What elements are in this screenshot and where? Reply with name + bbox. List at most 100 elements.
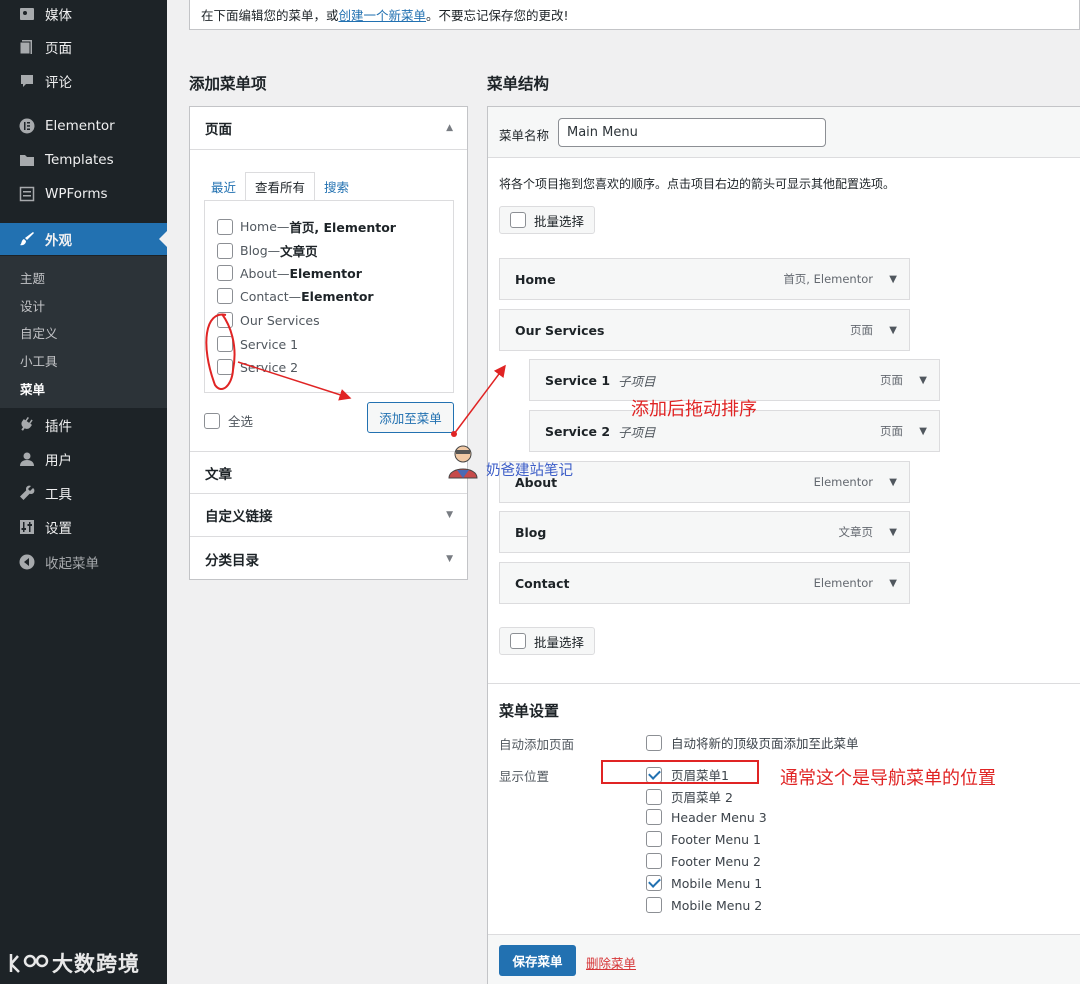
page-checkbox[interactable] [217, 359, 233, 375]
sidebar-collapse[interactable]: 收起菜单 [0, 546, 167, 578]
submenu-themes[interactable]: 主题 [20, 268, 45, 287]
bulk-select-bottom[interactable]: 批量选择 [499, 627, 596, 655]
menu-item-our-services[interactable]: Our Services 页面 ▼ [499, 309, 910, 351]
page-checkbox[interactable] [217, 288, 233, 304]
caret-down-icon: ▼ [446, 553, 453, 564]
custom-links-accordion-header[interactable]: 自定义链接 ▼ [190, 494, 467, 537]
page-checkbox[interactable] [217, 242, 233, 259]
bulk-select-checkbox[interactable] [510, 212, 526, 228]
tab-search[interactable]: 搜索 [315, 173, 358, 200]
page-checkbox[interactable] [217, 218, 233, 235]
annotation-drag-note: 添加后拖动排序 [631, 399, 757, 420]
sidebar-item-appearance[interactable]: 外观 [0, 223, 167, 255]
forms-icon [17, 184, 37, 204]
list-item: Our Services [217, 312, 320, 328]
drag-hint: 将各个项目拖到您喜欢的顺序。点击项目右边的箭头可显示其他配置选项。 [499, 177, 896, 191]
wrench-icon [17, 483, 37, 503]
bulk-select-top[interactable]: 批量选择 [499, 206, 596, 234]
location-option[interactable]: Header Menu 3 [646, 809, 767, 825]
location-option[interactable]: Footer Menu 2 [646, 853, 761, 869]
sidebar-item-pages[interactable]: 页面 [0, 31, 167, 63]
pages-checklist: Home — 首页, Elementor Blog — 文章页 About — … [204, 200, 454, 393]
location-checkbox[interactable] [646, 809, 662, 825]
caret-down-icon[interactable]: ▼ [889, 527, 897, 538]
page-icon [17, 37, 37, 57]
save-menu-button[interactable]: 保存菜单 [499, 945, 576, 976]
user-icon [17, 449, 37, 469]
menu-item-blog[interactable]: Blog 文章页 ▼ [499, 511, 910, 553]
sidebar-item-plugins[interactable]: 插件 [0, 409, 167, 441]
media-icon [17, 4, 37, 24]
create-menu-link[interactable]: 创建一个新菜单 [339, 5, 427, 24]
settings-icon [17, 517, 37, 537]
menu-name-input[interactable] [558, 118, 826, 147]
posts-accordion-header[interactable]: 文章 [190, 451, 467, 494]
categories-accordion-header[interactable]: 分类目录 ▼ [190, 537, 467, 580]
sidebar-item-media[interactable]: 媒体 [0, 0, 167, 30]
pages-tabs: 最近 查看所有 搜索 [202, 172, 358, 201]
corner-logo: 大数跨境 [8, 948, 140, 978]
location-checkbox[interactable] [646, 788, 662, 805]
location-checkbox[interactable] [646, 897, 662, 913]
location-checkbox[interactable] [646, 875, 662, 891]
select-all-checkbox[interactable] [204, 412, 220, 429]
save-bar: 保存菜单 删除菜单 [488, 934, 1080, 984]
caret-down-icon[interactable]: ▼ [919, 375, 927, 386]
location-checkbox[interactable] [646, 831, 662, 847]
select-all[interactable]: 全选 [204, 411, 253, 430]
location-option[interactable]: Footer Menu 1 [646, 831, 761, 847]
logo-icon [9, 954, 49, 973]
collapse-icon [17, 552, 37, 572]
location-checkbox[interactable] [646, 853, 662, 869]
sidebar-item-wpforms[interactable]: WPForms [0, 178, 167, 210]
caret-down-icon[interactable]: ▼ [889, 274, 897, 285]
add-to-menu-button[interactable]: 添加至菜单 [367, 402, 454, 433]
annotation-highlight-box [601, 760, 759, 784]
appearance-submenu: 主题 设计 自定义 小工具 菜单 [0, 256, 167, 408]
menu-item-contact[interactable]: Contact Elementor ▼ [499, 562, 910, 604]
location-option[interactable]: Mobile Menu 1 [646, 875, 762, 891]
delete-menu-link[interactable]: 删除菜单 [586, 953, 636, 972]
caret-down-icon[interactable]: ▼ [919, 426, 927, 437]
sidebar-item-tools[interactable]: 工具 [0, 477, 167, 509]
auto-add-label: 自动添加页面 [499, 737, 575, 752]
submenu-widgets[interactable]: 小工具 [20, 351, 58, 370]
submenu-menus[interactable]: 菜单 [20, 379, 45, 398]
pages-accordion-header[interactable]: 页面 ▲ [190, 107, 467, 150]
menu-settings-title: 菜单设置 [499, 702, 560, 720]
tab-view-all[interactable]: 查看所有 [245, 172, 316, 201]
auto-add-option[interactable]: 自动将新的顶级页面添加至此菜单 [646, 733, 859, 752]
sidebar-item-elementor[interactable]: Elementor [0, 110, 167, 142]
watermark-avatar [443, 440, 483, 480]
caret-down-icon[interactable]: ▼ [889, 477, 897, 488]
watermark-text: 奶爸建站笔记 [486, 463, 573, 479]
sidebar-item-settings[interactable]: 设置 [0, 511, 167, 543]
page-checkbox[interactable] [217, 265, 233, 281]
caret-down-icon: ▼ [446, 510, 453, 520]
page-checkbox[interactable] [217, 312, 233, 328]
comment-icon [17, 71, 37, 91]
caret-down-icon[interactable]: ▼ [889, 578, 897, 589]
location-option[interactable]: 页眉菜单 2 [646, 787, 733, 806]
menu-name-label: 菜单名称 [499, 128, 550, 143]
tab-recent[interactable]: 最近 [202, 173, 245, 200]
list-item: Service 2 [217, 359, 298, 375]
divider [488, 683, 1080, 684]
auto-add-checkbox[interactable] [646, 734, 662, 751]
sidebar-item-users[interactable]: 用户 [0, 443, 167, 475]
page-checkbox[interactable] [217, 336, 233, 352]
submenu-design[interactable]: 设计 [20, 296, 45, 315]
bulk-select-checkbox[interactable] [510, 633, 526, 649]
brush-icon [17, 229, 37, 249]
folder-icon [17, 150, 37, 170]
add-items-title: 添加菜单项 [189, 75, 267, 93]
caret-down-icon[interactable]: ▼ [889, 325, 897, 336]
plugin-icon [17, 415, 37, 435]
sidebar-item-templates[interactable]: Templates [0, 144, 167, 176]
submenu-customize[interactable]: 自定义 [20, 323, 58, 342]
menu-item-home[interactable]: Home 首页, Elementor ▼ [499, 258, 910, 300]
elementor-icon [17, 116, 37, 136]
location-option[interactable]: Mobile Menu 2 [646, 897, 762, 913]
display-location-label: 显示位置 [499, 769, 550, 784]
sidebar-item-comments[interactable]: 评论 [0, 65, 167, 97]
